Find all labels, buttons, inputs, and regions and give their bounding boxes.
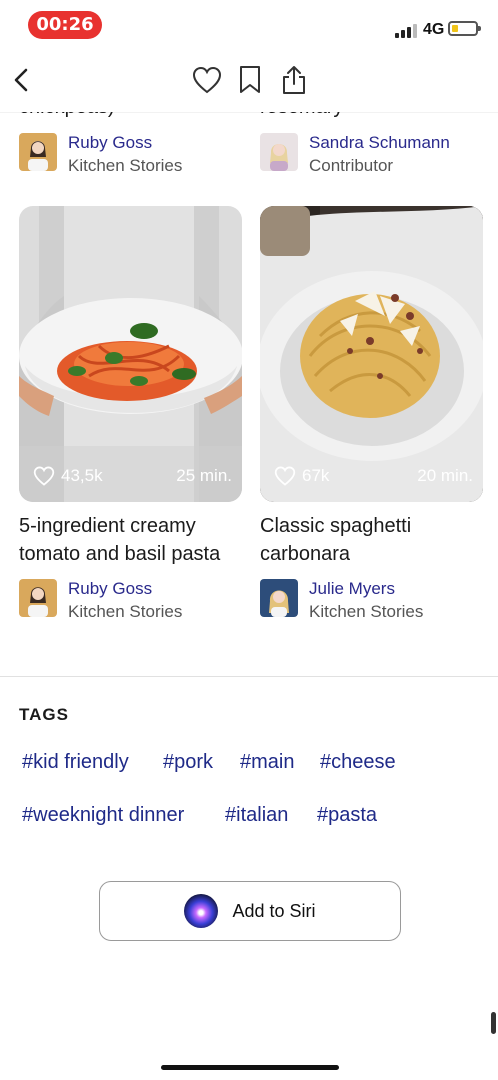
- tag-link[interactable]: #kid friendly: [22, 751, 129, 774]
- avatar: [19, 133, 57, 171]
- favorite-button[interactable]: [187, 60, 227, 100]
- siri-icon: [184, 894, 219, 928]
- author-role: Contributor: [309, 156, 394, 175]
- add-to-siri-button[interactable]: Add to Siri: [99, 881, 401, 941]
- avatar: [19, 579, 57, 617]
- signal-icon: [395, 22, 419, 38]
- tag-link[interactable]: #main: [240, 751, 294, 774]
- author-name[interactable]: Julie Myers: [309, 579, 395, 599]
- recipe-card-image[interactable]: 67k 20 min.: [260, 206, 483, 502]
- author-role: Kitchen Stories: [309, 602, 424, 621]
- tomato-pasta-photo: [19, 206, 242, 502]
- heart-icon: [274, 466, 296, 486]
- battery-icon: [448, 21, 481, 36]
- chevron-left-icon: [14, 68, 28, 92]
- card-meta: 67k 20 min.: [260, 466, 483, 490]
- cook-time: 20 min.: [417, 466, 473, 485]
- status-bar: 00:26 4G: [0, 0, 498, 50]
- status-time: 00:26: [28, 11, 102, 39]
- add-to-siri-label: Add to Siri: [232, 900, 316, 921]
- heart-icon: [192, 66, 222, 94]
- tag-link[interactable]: #pasta: [317, 804, 377, 827]
- nav-bar: [0, 50, 498, 112]
- scrollbar[interactable]: [491, 1012, 496, 1034]
- share-button[interactable]: [274, 60, 314, 100]
- section-divider: [0, 676, 498, 677]
- back-button[interactable]: [2, 60, 42, 100]
- cook-time: 25 min.: [176, 466, 232, 485]
- card-meta: 43,5k 25 min.: [19, 466, 242, 490]
- home-indicator[interactable]: [161, 1065, 339, 1070]
- tag-link[interactable]: #italian: [225, 804, 288, 827]
- likes-count: 43,5k: [61, 466, 103, 485]
- author-name[interactable]: Ruby Goss: [68, 133, 152, 153]
- likes[interactable]: 67k: [274, 466, 329, 486]
- tags-heading: TAGS: [19, 705, 69, 724]
- heart-icon: [33, 466, 55, 486]
- recipe-card-image[interactable]: 43,5k 25 min.: [19, 206, 242, 502]
- bookmark-button[interactable]: [230, 60, 270, 100]
- author-name[interactable]: Sandra Schumann: [309, 133, 450, 153]
- tag-link[interactable]: #weeknight dinner: [22, 804, 184, 827]
- share-icon: [283, 66, 305, 94]
- tag-link[interactable]: #cheese: [320, 751, 396, 774]
- likes[interactable]: 43,5k: [33, 466, 103, 486]
- likes-count: 67k: [302, 466, 330, 485]
- recipe-title[interactable]: Classic spaghetti carbonara: [260, 512, 492, 568]
- network-type: 4G: [423, 21, 445, 38]
- tag-link[interactable]: #pork: [163, 751, 213, 774]
- author-role: Kitchen Stories: [68, 602, 183, 621]
- bookmark-icon: [240, 66, 260, 93]
- author-name[interactable]: Ruby Goss: [68, 579, 152, 599]
- recipe-title[interactable]: 5-ingredient creamy tomato and basil pas…: [19, 512, 251, 568]
- avatar: [260, 133, 298, 171]
- carbonara-photo: [260, 206, 483, 502]
- avatar: [260, 579, 298, 617]
- author-role: Kitchen Stories: [68, 156, 183, 175]
